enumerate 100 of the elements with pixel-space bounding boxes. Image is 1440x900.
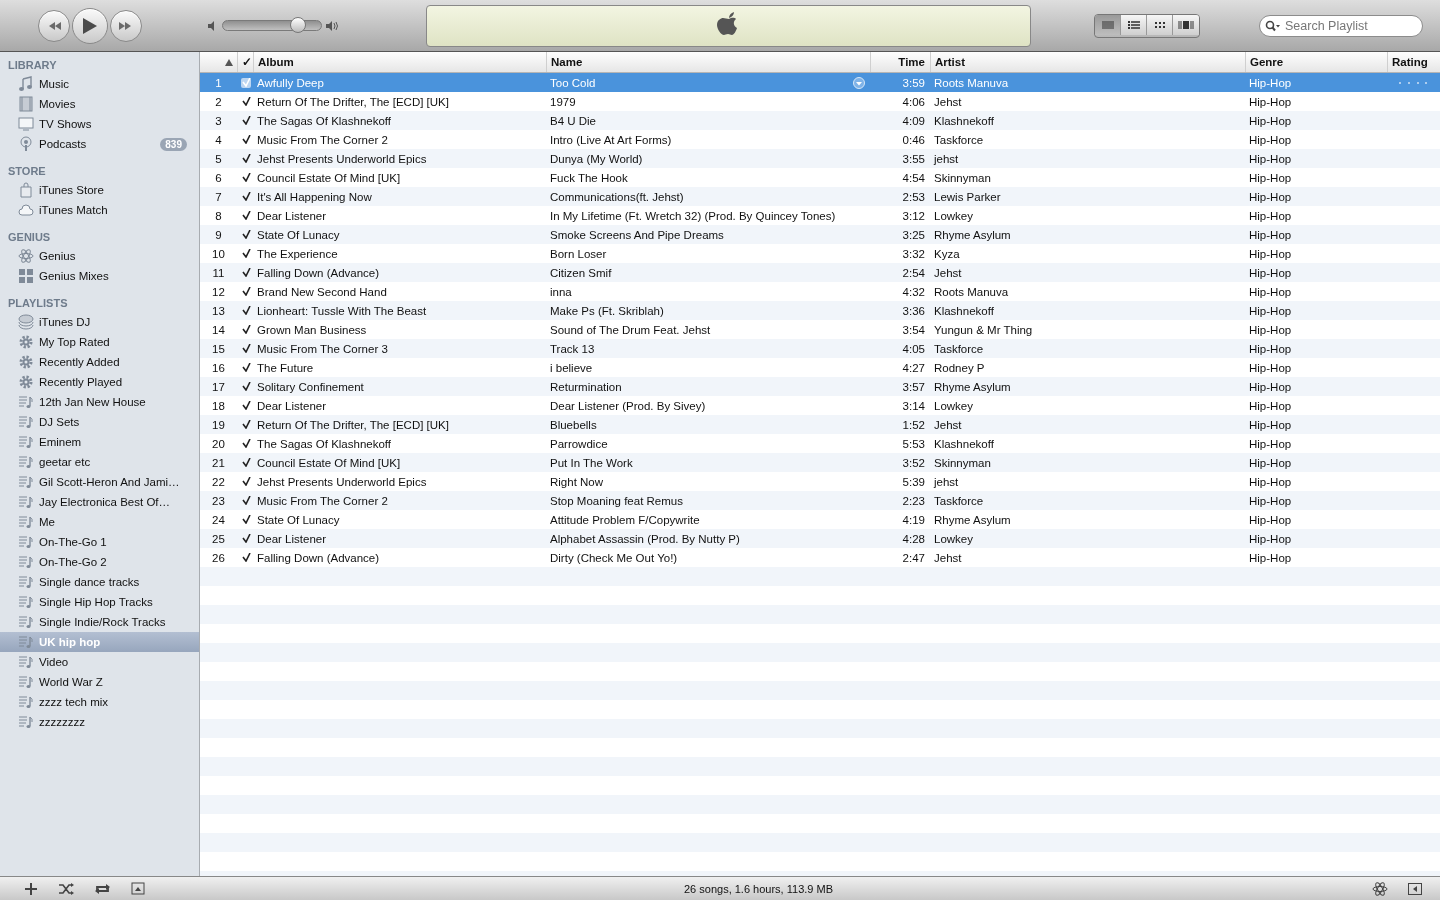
sidebar-item[interactable]: zzzzzzzz: [0, 712, 199, 732]
artwork-toggle-icon[interactable]: [131, 881, 145, 896]
sidebar-item[interactable]: DJ Sets: [0, 412, 199, 432]
table-cell-text: 1:52: [901, 418, 926, 431]
table-cell-text: Lowkey: [933, 532, 974, 545]
coverflow-view-icon[interactable]: [1178, 18, 1194, 31]
checkbox[interactable]: [241, 400, 251, 411]
sidebar-item[interactable]: Recently Played: [0, 372, 199, 392]
column-header[interactable]: Album: [253, 52, 546, 72]
next-button[interactable]: [110, 9, 142, 42]
sidebar-item[interactable]: World War Z: [0, 672, 199, 692]
table-cell-text: Hip-Hop: [1248, 285, 1293, 298]
checkbox[interactable]: [241, 210, 251, 221]
view-mode-button[interactable]: [1173, 14, 1199, 35]
column-header[interactable]: Name: [546, 52, 870, 72]
play-icon[interactable]: [82, 17, 98, 34]
checkbox[interactable]: [241, 153, 251, 164]
column-header[interactable]: Time: [870, 52, 930, 72]
table-cell-text: Jehst Presents Underworld Epics: [256, 475, 428, 488]
sidebar-item[interactable]: 12th Jan New House: [0, 392, 199, 412]
search-field[interactable]: Search Playlist: [1259, 14, 1423, 37]
column-header[interactable]: ✓: [237, 52, 253, 72]
sidebar-item[interactable]: Single dance tracks: [0, 572, 199, 592]
table-cell-text: Kyza: [933, 247, 961, 260]
sidebar-item[interactable]: TV Shows: [0, 114, 199, 134]
panel-toggle-icon[interactable]: [1408, 882, 1422, 895]
volume-thumb[interactable]: [290, 17, 307, 33]
checkbox[interactable]: [241, 362, 251, 373]
sidebar-item[interactable]: iTunes Match: [0, 200, 199, 220]
cloud-icon: [18, 202, 34, 218]
checkbox[interactable]: [241, 191, 251, 202]
checkbox[interactable]: [241, 96, 251, 107]
table-cell-text: 25: [211, 532, 226, 545]
sidebar-item[interactable]: geetar etc: [0, 452, 199, 472]
sidebar-item[interactable]: Recently Added: [0, 352, 199, 372]
table-cell-text: Skinnyman: [933, 171, 992, 184]
atom-icon[interactable]: [1372, 880, 1388, 897]
table-cell-text: Hip-Hop: [1248, 76, 1293, 89]
checkbox[interactable]: [241, 305, 251, 316]
table-cell-text: Rhyme Asylum: [933, 228, 1012, 241]
checkbox[interactable]: [241, 343, 251, 354]
add-icon[interactable]: [24, 881, 38, 896]
shuffle-icon[interactable]: [58, 881, 74, 896]
view-mode-button[interactable]: [1121, 14, 1147, 35]
checkbox[interactable]: [241, 324, 251, 335]
search-icon[interactable]: [1265, 19, 1281, 32]
checkbox[interactable]: [241, 229, 251, 240]
table-cell-text: 12: [211, 285, 226, 298]
table-cell-text: Jehst: [933, 551, 963, 564]
sidebar-item[interactable]: On-The-Go 2: [0, 552, 199, 572]
checkbox[interactable]: [241, 172, 251, 183]
checkbox[interactable]: [241, 457, 251, 468]
sidebar-item[interactable]: Eminem: [0, 432, 199, 452]
table-cell-text: Taskforce: [933, 342, 985, 355]
note-icon: [18, 76, 34, 92]
sidebar-item[interactable]: Video: [0, 652, 199, 672]
table-cell-text: Jehst Presents Underworld Epics: [256, 152, 428, 165]
sidebar-item[interactable]: Music: [0, 74, 199, 94]
column-header[interactable]: Rating: [1387, 52, 1440, 72]
play-button[interactable]: [72, 7, 108, 44]
sidebar-item[interactable]: My Top Rated: [0, 332, 199, 352]
sidebar-item[interactable]: On-The-Go 1: [0, 532, 199, 552]
table-cell-text: 2:23: [901, 494, 926, 507]
sidebar-item[interactable]: Genius: [0, 246, 199, 266]
checkbox[interactable]: [241, 248, 251, 259]
sidebar-item[interactable]: iTunes DJ: [0, 312, 199, 332]
volume-slider[interactable]: [222, 20, 322, 31]
table-cell-text: Rhyme Asylum: [933, 513, 1012, 526]
checkbox[interactable]: [241, 533, 251, 544]
checkbox[interactable]: [241, 134, 251, 145]
checkbox[interactable]: [241, 419, 251, 430]
table-cell-text: Dear Listener: [256, 399, 328, 412]
sidebar-item[interactable]: Genius Mixes: [0, 266, 199, 286]
sidebar-item[interactable]: iTunes Store: [0, 180, 199, 200]
checkbox[interactable]: [241, 514, 251, 525]
checkbox[interactable]: [241, 267, 251, 278]
checkbox[interactable]: [241, 476, 251, 487]
album-list-view-icon[interactable]: [1125, 18, 1142, 31]
sidebar-item[interactable]: zzzz tech mix: [0, 692, 199, 712]
checkbox[interactable]: [241, 381, 251, 392]
sidebar-item[interactable]: Jay Electronica Best Of…: [0, 492, 199, 512]
table-cell-text: Born Loser: [549, 247, 608, 260]
column-header[interactable]: Artist: [930, 52, 1245, 72]
checkbox[interactable]: [241, 115, 251, 126]
checkbox[interactable]: [241, 552, 251, 563]
view-mode-button[interactable]: [1147, 14, 1173, 35]
checkbox[interactable]: [241, 495, 251, 506]
sidebar-item[interactable]: Gil Scott-Heron And Jami…: [0, 472, 199, 492]
sidebar-item[interactable]: Movies: [0, 94, 199, 114]
sidebar-item[interactable]: Single Indie/Rock Tracks: [0, 612, 199, 632]
checkbox[interactable]: [241, 438, 251, 449]
sidebar-item[interactable]: Single Hip Hop Tracks: [0, 592, 199, 612]
repeat-icon[interactable]: [94, 881, 111, 896]
table-cell-text: Hip-Hop: [1248, 380, 1293, 393]
sidebar-item[interactable]: Podcasts 839: [0, 134, 199, 154]
gear-icon: [18, 334, 34, 350]
column-header[interactable]: Genre: [1245, 52, 1387, 72]
checkbox[interactable]: [241, 286, 251, 297]
table-cell-text: Yungun & Mr Thing: [933, 323, 1034, 336]
sidebar-item[interactable]: Me: [0, 512, 199, 532]
